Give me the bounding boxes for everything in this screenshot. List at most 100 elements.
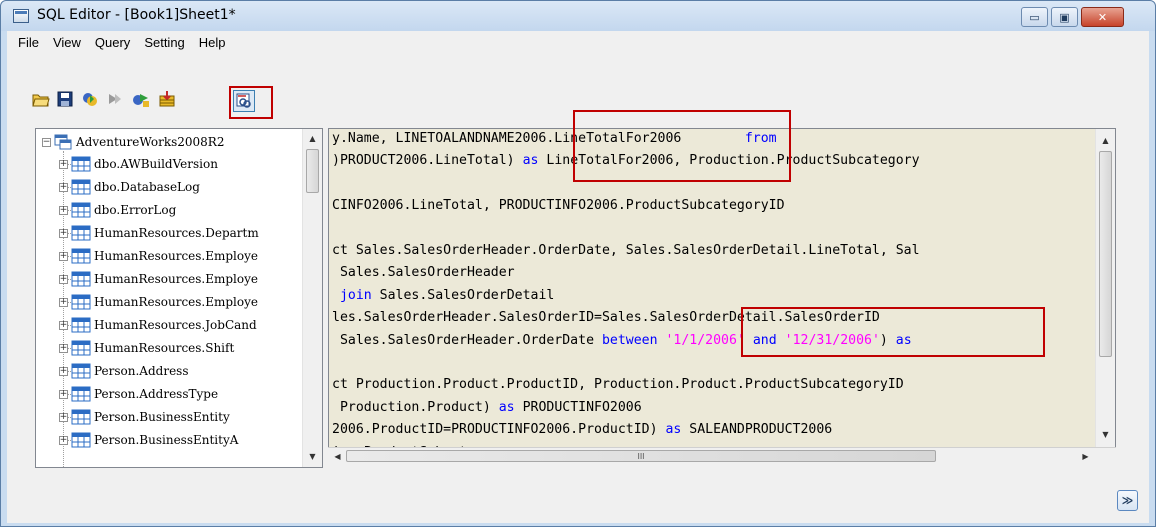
- expand-icon[interactable]: +: [59, 251, 68, 261]
- tree-item[interactable]: + Person.Address: [59, 360, 188, 382]
- close-button[interactable]: ✕: [1081, 7, 1124, 27]
- expand-icon[interactable]: +: [59, 205, 68, 215]
- save-icon[interactable]: [55, 89, 75, 109]
- tree-item-label: HumanResources.JobCand: [94, 318, 257, 332]
- menu-bar: File View Query Setting Help: [7, 31, 1149, 53]
- minimize-button[interactable]: ▭: [1021, 7, 1048, 27]
- app-icon: [13, 9, 29, 23]
- sql-text: ct Production.Product.ProductID, Product…: [332, 377, 904, 393]
- tree-item[interactable]: + HumanResources.Employe: [59, 245, 258, 267]
- table-icon: [71, 340, 91, 356]
- tree-item[interactable]: + HumanResources.Employe: [59, 291, 258, 313]
- tree-scroll-thumb[interactable]: [306, 149, 319, 193]
- sql-keyword: between: [601, 332, 658, 348]
- connect-icon[interactable]: [131, 89, 151, 109]
- expand-icon[interactable]: +: [59, 159, 68, 169]
- table-icon: [71, 409, 91, 425]
- tree-item-label: Person.Address: [94, 364, 189, 378]
- table-icon: [71, 386, 91, 402]
- sql-text: SALEANDPRODUCT2006: [681, 422, 833, 438]
- expand-icon[interactable]: +: [59, 435, 68, 445]
- highlight-box-date-range: [741, 307, 1045, 357]
- tree-item-label: HumanResources.Employe: [94, 249, 258, 263]
- editor-scroll-up-icon[interactable]: ▲: [1098, 133, 1113, 148]
- expand-icon[interactable]: +: [59, 320, 68, 330]
- menu-view[interactable]: View: [46, 35, 88, 50]
- maximize-button[interactable]: ▣: [1051, 7, 1078, 27]
- sql-text: ct Sales.SalesOrderHeader.OrderDate, Sal…: [332, 243, 920, 258]
- tree-item-label: dbo.DatabaseLog: [94, 180, 200, 194]
- tree-item[interactable]: + HumanResources.JobCand: [59, 314, 257, 336]
- expand-icon[interactable]: +: [59, 228, 68, 238]
- sql-text: 2006.ProductID=PRODUCTINFO2006.ProductID…: [332, 422, 666, 438]
- sql-keyword: join: [339, 287, 372, 303]
- tree-item-label: HumanResources.Employe: [94, 272, 258, 286]
- table-icon: [71, 225, 91, 241]
- scroll-right-icon[interactable]: ▶: [1078, 449, 1093, 464]
- editor-horizontal-scrollbar[interactable]: ◀ III ▶: [328, 447, 1116, 464]
- expand-button[interactable]: ≫: [1117, 490, 1138, 511]
- table-icon: [71, 363, 91, 379]
- tree-item[interactable]: + dbo.ErrorLog: [59, 199, 176, 221]
- table-icon: [71, 179, 91, 195]
- tree-item[interactable]: + Person.BusinessEntity: [59, 406, 230, 428]
- code-line: CINFO2006.LineTotal, PRODUCTINFO2006.Pro…: [332, 198, 785, 218]
- tree-item[interactable]: + dbo.DatabaseLog: [59, 176, 200, 198]
- tree-item[interactable]: + dbo.AWBuildVersion: [59, 153, 218, 175]
- tree-item[interactable]: + HumanResources.Employe: [59, 268, 258, 290]
- tree-item[interactable]: + Person.BusinessEntityA: [59, 429, 238, 451]
- tree-item[interactable]: + Person.AddressType: [59, 383, 218, 405]
- expand-icon[interactable]: +: [59, 182, 68, 192]
- scroll-up-icon[interactable]: ▲: [305, 131, 320, 146]
- tree-item-label: HumanResources.Departm: [94, 226, 259, 240]
- stop-icon[interactable]: [104, 89, 124, 109]
- menu-query[interactable]: Query: [88, 35, 137, 50]
- tree-item-label: HumanResources.Employe: [94, 295, 258, 309]
- tree-vertical-scrollbar[interactable]: ▲ ▼: [302, 129, 322, 467]
- code-line: Sales.SalesOrderHeader: [332, 265, 515, 285]
- editor-scroll-thumb[interactable]: [1099, 151, 1112, 357]
- table-icon: [71, 202, 91, 218]
- scroll-left-icon[interactable]: ◀: [330, 449, 345, 464]
- editor-scroll-down-icon[interactable]: ▼: [1098, 427, 1113, 442]
- tree-item-label: HumanResources.Shift: [94, 341, 235, 355]
- sql-text: Sales.SalesOrderHeader.OrderDate: [332, 332, 602, 348]
- table-icon: [71, 271, 91, 287]
- tree-item[interactable]: + HumanResources.Shift: [59, 337, 234, 359]
- expand-icon[interactable]: +: [59, 297, 68, 307]
- menu-help[interactable]: Help: [192, 35, 233, 50]
- tree-item-label: Person.AddressType: [94, 387, 219, 401]
- menu-setting[interactable]: Setting: [137, 35, 191, 50]
- import-icon[interactable]: [157, 89, 177, 109]
- table-icon: [71, 248, 91, 264]
- tree-item-label: Person.BusinessEntity: [94, 410, 230, 424]
- table-icon: [71, 294, 91, 310]
- expand-icon[interactable]: +: [59, 366, 68, 376]
- code-line: ct Production.Product.ProductID, Product…: [332, 377, 904, 397]
- open-icon[interactable]: [31, 89, 51, 109]
- expand-icon[interactable]: +: [59, 412, 68, 422]
- title-bar[interactable]: SQL Editor - [Book1]Sheet1* ▭ ▣ ✕: [1, 1, 1155, 31]
- tree-item[interactable]: + HumanResources.Departm: [59, 222, 259, 244]
- sql-text: )PRODUCT2006.LineTotal): [332, 153, 523, 169]
- sql-keyword: as: [665, 422, 682, 438]
- tree-item-label: dbo.ErrorLog: [94, 203, 177, 217]
- expand-icon[interactable]: +: [59, 389, 68, 399]
- editor-vertical-scrollbar[interactable]: ▲ ▼: [1095, 129, 1115, 461]
- sql-keyword: as: [498, 399, 515, 415]
- sql-text: Sales.SalesOrderHeader: [332, 265, 515, 281]
- expand-icon[interactable]: +: [59, 274, 68, 284]
- table-icon: [71, 432, 91, 448]
- menu-file[interactable]: File: [11, 35, 46, 50]
- sql-keyword: as: [522, 153, 539, 169]
- object-tree[interactable]: − AdventureWorks2008R2 + dbo.AWBuildVersi…: [35, 128, 323, 468]
- scroll-down-icon[interactable]: ▼: [305, 449, 320, 464]
- expand-icon[interactable]: +: [59, 343, 68, 353]
- run-icon[interactable]: [80, 89, 100, 109]
- collapse-icon[interactable]: −: [42, 137, 51, 147]
- tree-root[interactable]: − AdventureWorks2008R2: [42, 131, 224, 153]
- window-title: SQL Editor - [Book1]Sheet1*: [37, 7, 236, 23]
- editor-hscroll-thumb[interactable]: III: [346, 450, 936, 462]
- code-line: Production.Product) as PRODUCTINFO2006: [332, 400, 642, 420]
